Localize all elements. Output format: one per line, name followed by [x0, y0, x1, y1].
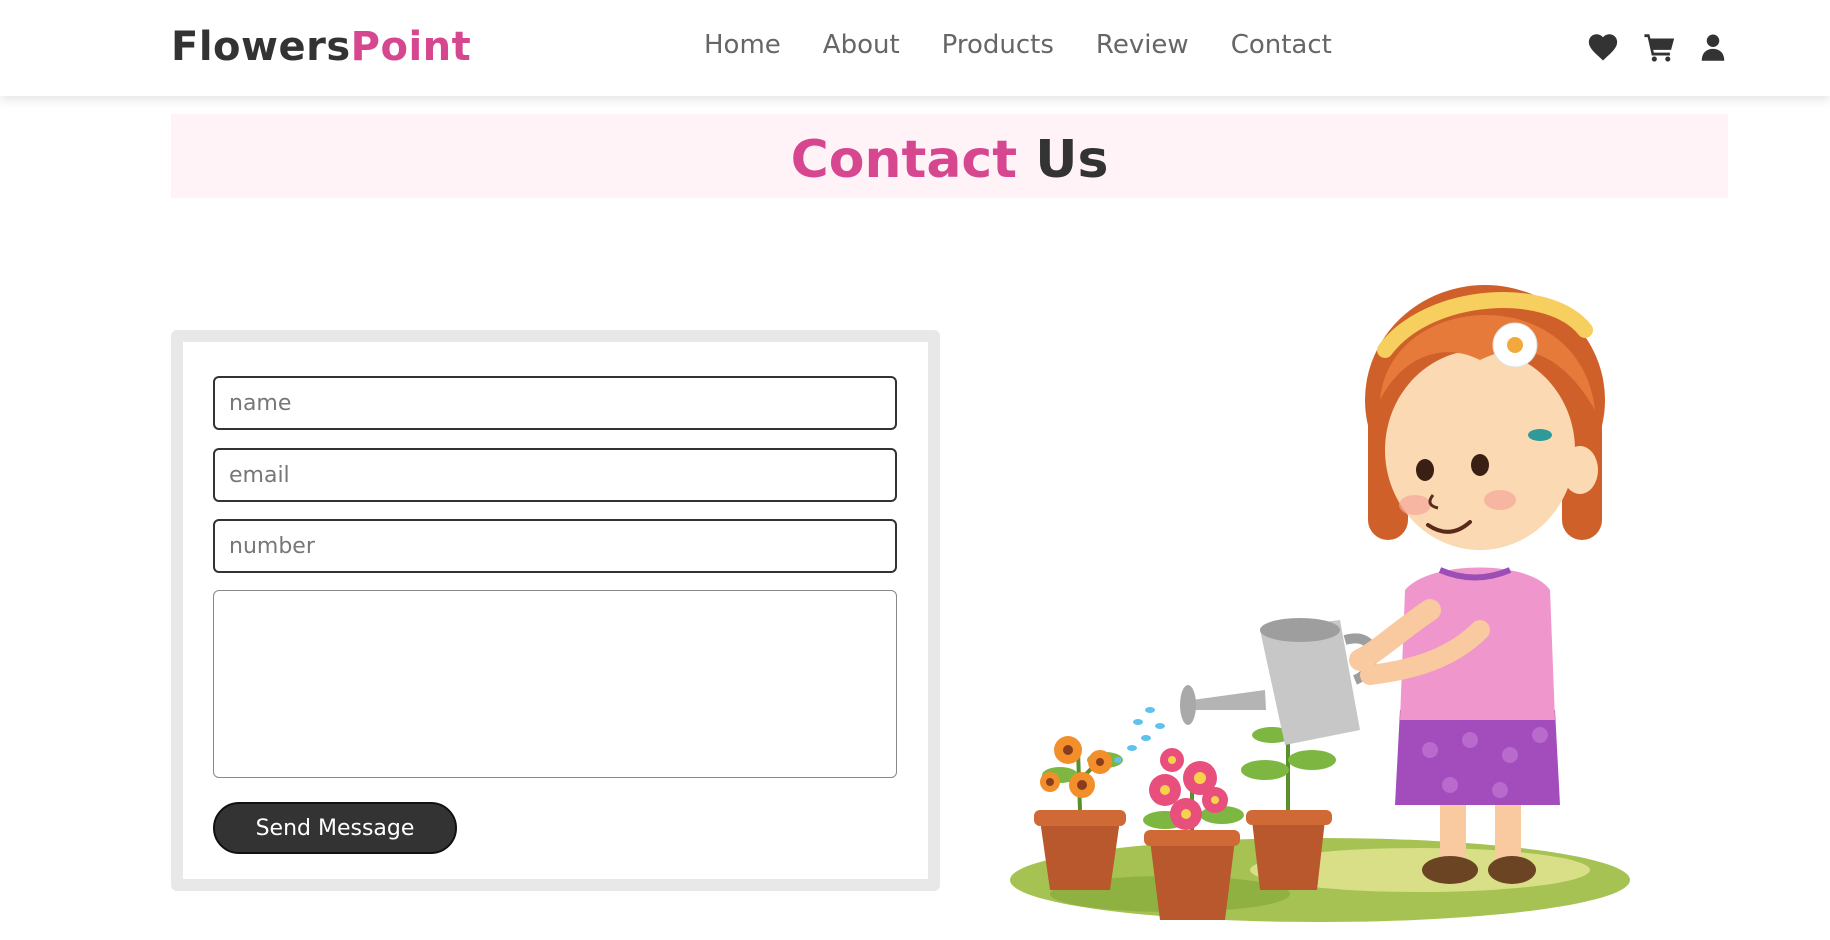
girl-figure: [1349, 285, 1605, 884]
daisy-hair-clip: [1492, 322, 1538, 368]
logo-text-accent: Point: [350, 24, 472, 70]
logo-text-main: Flowers: [171, 24, 351, 70]
user-icon[interactable]: [1698, 30, 1732, 64]
nav-link-products[interactable]: Products: [942, 30, 1054, 60]
nav-link-review[interactable]: Review: [1096, 30, 1189, 60]
nav-link-home[interactable]: Home: [704, 30, 781, 60]
page-title: Contact Us: [171, 114, 1728, 206]
water-drops: [1114, 707, 1165, 763]
main-nav: Home About Products Review Contact: [704, 30, 1332, 60]
heart-icon[interactable]: [1586, 30, 1620, 64]
contact-heading-band: Contact Us: [171, 114, 1728, 198]
nav-link-contact[interactable]: Contact: [1231, 30, 1332, 60]
site-logo[interactable]: FlowersPoint: [171, 24, 471, 70]
navbar: FlowersPoint Home About Products Review …: [0, 0, 1830, 96]
email-input[interactable]: [213, 448, 897, 502]
send-message-button[interactable]: Send Message: [213, 802, 457, 854]
flower-pot-orange: [1034, 736, 1126, 890]
number-input[interactable]: [213, 519, 897, 573]
girl-watering-flowers-illustration: [960, 230, 1680, 936]
watering-can: [1180, 618, 1378, 745]
cart-icon[interactable]: [1642, 30, 1676, 64]
contact-form: Send Message: [171, 330, 940, 891]
message-textarea[interactable]: [213, 590, 897, 778]
nav-icons: [1586, 30, 1732, 64]
name-input[interactable]: [213, 376, 897, 430]
title-rest: Us: [1035, 130, 1109, 190]
nav-link-about[interactable]: About: [823, 30, 900, 60]
title-accent: Contact: [790, 130, 1018, 190]
